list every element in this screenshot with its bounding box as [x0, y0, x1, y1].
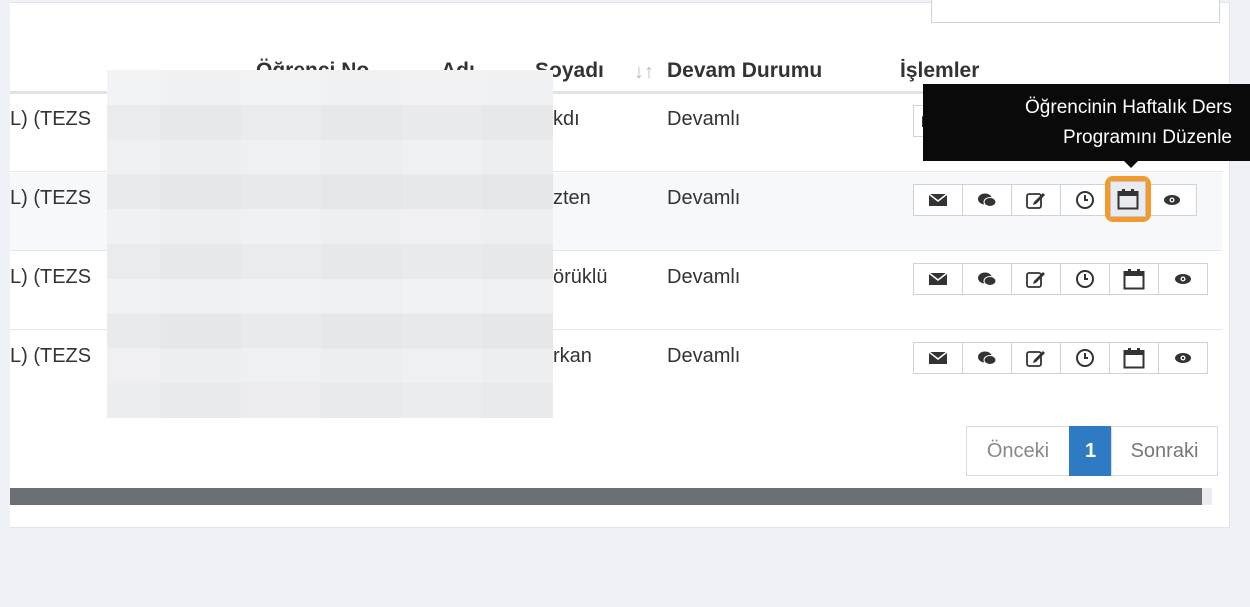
program-cell: L) (TEZS	[10, 345, 92, 367]
schedule-button[interactable]	[1060, 342, 1110, 374]
tooltip: Öğrencinin Haftalık Ders Programını Düze…	[923, 84, 1250, 161]
schedule-button[interactable]	[1060, 263, 1110, 295]
clock-icon	[1076, 191, 1094, 209]
program-cell: L) (TEZS	[10, 187, 92, 209]
edit-icon	[1026, 272, 1045, 288]
chat-button[interactable]	[962, 263, 1012, 295]
status-cell: Devamlı	[667, 108, 741, 130]
eye-icon	[1175, 274, 1191, 284]
view-button[interactable]	[1158, 342, 1208, 374]
current-page-button[interactable]: 1	[1069, 426, 1112, 476]
weekly-program-button[interactable]	[1109, 342, 1159, 374]
chat-button[interactable]	[962, 184, 1012, 216]
header-actions: İşlemler	[900, 59, 980, 82]
edit-button[interactable]	[1011, 263, 1061, 295]
schedule-button[interactable]	[1060, 184, 1110, 216]
message-button[interactable]	[913, 184, 963, 216]
chat-button[interactable]	[962, 342, 1012, 374]
envelope-icon	[929, 352, 947, 364]
calendar-icon	[1123, 269, 1145, 290]
row-actions	[913, 176, 1197, 222]
calendar-icon	[1123, 348, 1145, 369]
eye-icon	[1175, 353, 1191, 363]
edit-icon	[1026, 193, 1045, 209]
chat-icon	[978, 272, 997, 286]
message-button[interactable]	[913, 263, 963, 295]
clock-icon	[1076, 270, 1094, 288]
sort-icon[interactable]: ↓↑	[634, 61, 654, 84]
message-button[interactable]	[913, 342, 963, 374]
program-cell: L) (TEZS	[10, 266, 92, 288]
view-button[interactable]	[1158, 263, 1208, 295]
row-actions	[913, 263, 1208, 297]
row-actions	[913, 342, 1208, 376]
tooltip-arrow	[1124, 161, 1138, 168]
weekly-program-button[interactable]	[1109, 263, 1159, 295]
pagination: Önceki 1 Sonraki	[966, 426, 1218, 476]
weekly-program-button-inner	[1110, 181, 1146, 217]
header-status[interactable]: Devam Durumu	[667, 59, 822, 83]
last-name-cell: örüklü	[553, 266, 608, 288]
eye-icon	[1164, 195, 1180, 205]
tooltip-line-1: Öğrencinin Haftalık Ders	[1025, 97, 1232, 118]
next-page-button[interactable]: Sonraki	[1111, 426, 1218, 476]
edit-button[interactable]	[1011, 342, 1061, 374]
scrollbar-thumb[interactable]	[10, 488, 1202, 505]
horizontal-scrollbar[interactable]	[10, 488, 1212, 505]
clock-icon	[1076, 349, 1094, 367]
weekly-program-button[interactable]	[1105, 176, 1151, 222]
tooltip-line-2: Programını Düzenle	[1063, 127, 1232, 148]
last-name-cell: zten	[553, 187, 591, 209]
chat-icon	[978, 351, 997, 365]
redacted-region	[107, 70, 553, 418]
status-cell: Devamlı	[667, 266, 741, 288]
edit-button[interactable]	[1011, 184, 1061, 216]
edit-icon	[1026, 351, 1045, 367]
chat-icon	[978, 193, 997, 207]
program-cell: L) (TEZS	[10, 108, 92, 130]
view-button[interactable]	[1147, 184, 1197, 216]
envelope-icon	[929, 273, 947, 285]
envelope-icon	[929, 194, 947, 206]
last-name-cell: kdı	[553, 108, 580, 130]
calendar-icon	[1117, 189, 1139, 210]
status-cell: Devamlı	[667, 345, 741, 367]
prev-page-button[interactable]: Önceki	[966, 426, 1070, 476]
search-input[interactable]	[931, 0, 1220, 23]
last-name-cell: rkan	[553, 345, 592, 367]
status-cell: Devamlı	[667, 187, 741, 209]
